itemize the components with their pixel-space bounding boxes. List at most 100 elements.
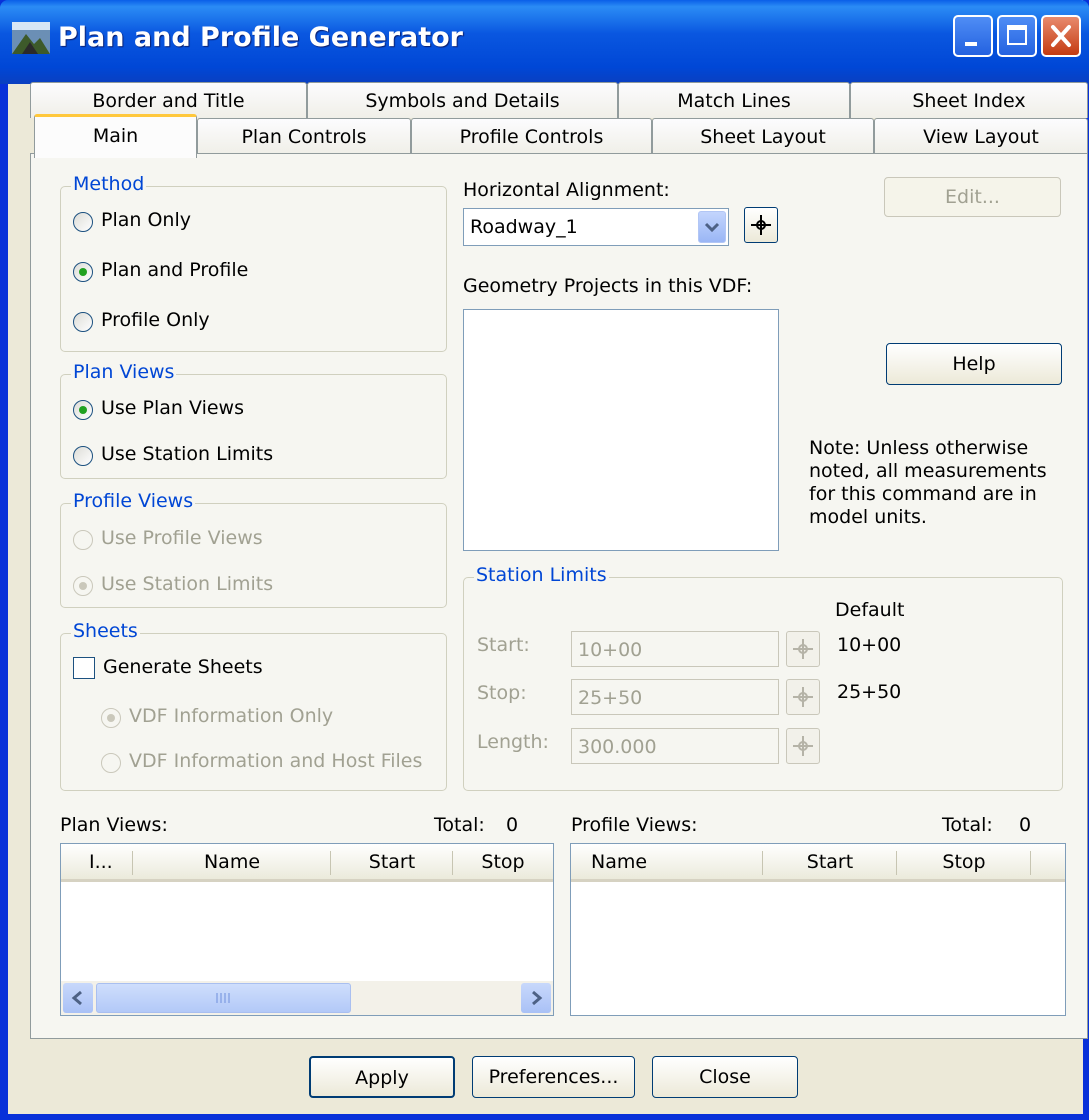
dropdown-value: Roadway_1 bbox=[470, 216, 578, 238]
grip-icon bbox=[216, 993, 230, 1003]
length-input[interactable]: 300.000 bbox=[571, 728, 779, 764]
radio-indicator bbox=[73, 446, 93, 466]
crosshair-icon bbox=[793, 639, 813, 659]
title-bar[interactable]: Plan and Profile Generator bbox=[0, 0, 1089, 84]
start-pick-button[interactable] bbox=[786, 631, 820, 667]
geometry-projects-list[interactable] bbox=[463, 309, 779, 551]
edit-button[interactable]: Edit... bbox=[884, 177, 1061, 217]
tab-view-layout[interactable]: View Layout bbox=[874, 118, 1088, 154]
tab-sheet-index[interactable]: Sheet Index bbox=[850, 82, 1088, 118]
plan-views-total-value: 0 bbox=[506, 814, 519, 836]
column-label: Name bbox=[591, 851, 648, 873]
tab-match-lines[interactable]: Match Lines bbox=[618, 82, 850, 118]
scroll-left-button[interactable] bbox=[63, 983, 93, 1013]
note-line: noted, all measurements bbox=[809, 460, 1047, 482]
checkbox-label: Generate Sheets bbox=[103, 656, 263, 678]
radio-label: Plan Only bbox=[101, 209, 191, 231]
column-header-stop[interactable]: Stop bbox=[897, 844, 1031, 882]
scroll-thumb[interactable] bbox=[96, 983, 351, 1013]
radio-label: Use Station Limits bbox=[101, 443, 274, 465]
profile-views-list-label: Profile Views: bbox=[571, 814, 698, 836]
radio-label: VDF Information Only bbox=[129, 705, 334, 727]
crosshair-icon bbox=[793, 687, 813, 707]
note-line: Note: Unless otherwise bbox=[809, 437, 1029, 459]
stop-station-input[interactable]: 25+50 bbox=[571, 679, 779, 715]
maximize-button[interactable] bbox=[997, 15, 1037, 57]
crosshair-icon bbox=[751, 215, 771, 235]
geometry-projects-label: Geometry Projects in this VDF: bbox=[463, 275, 753, 297]
radio-indicator bbox=[73, 400, 93, 420]
profile-views-total-value: 0 bbox=[1019, 814, 1032, 836]
start-station-input[interactable]: 10+00 bbox=[571, 631, 779, 667]
radio-label: Use Station Limits bbox=[101, 573, 274, 595]
profile-views-legend: Profile Views bbox=[71, 490, 196, 512]
column-header-id[interactable]: I... bbox=[61, 844, 133, 882]
close-button[interactable] bbox=[1041, 15, 1081, 57]
length-label: Length: bbox=[477, 731, 549, 753]
column-label: Start bbox=[806, 851, 854, 873]
column-header-start[interactable]: Start bbox=[331, 844, 453, 882]
note-line: model units. bbox=[809, 506, 927, 528]
app-icon bbox=[12, 22, 50, 54]
column-label: Stop bbox=[942, 851, 986, 873]
radio-label: Use Profile Views bbox=[101, 527, 263, 549]
minimize-button[interactable] bbox=[953, 15, 993, 57]
tab-symbols-and-details[interactable]: Symbols and Details bbox=[307, 82, 618, 118]
radio-indicator bbox=[73, 576, 93, 596]
length-pick-button[interactable] bbox=[786, 728, 820, 764]
chevron-down-icon[interactable] bbox=[698, 211, 726, 243]
tab-profile-controls[interactable]: Profile Controls bbox=[411, 118, 652, 154]
input-value: 25+50 bbox=[578, 687, 643, 709]
radio-indicator bbox=[101, 753, 121, 773]
radio-indicator bbox=[73, 212, 93, 232]
stop-label: Stop: bbox=[477, 682, 527, 704]
horizontal-scrollbar[interactable] bbox=[61, 981, 553, 1015]
dialog-window: Plan and Profile Generator Border and Ti… bbox=[0, 0, 1089, 1120]
radio-indicator bbox=[101, 708, 121, 728]
horizontal-alignment-label: Horizontal Alignment: bbox=[463, 179, 670, 201]
plan-views-legend: Plan Views bbox=[71, 361, 177, 383]
radio-label: VDF Information and Host Files bbox=[129, 750, 423, 772]
tab-sheet-layout[interactable]: Sheet Layout bbox=[652, 118, 874, 154]
method-group: Method Plan Only Plan and Profile Profil… bbox=[60, 173, 447, 352]
plan-views-group: Plan Views Use Plan Views Use Station Li… bbox=[60, 361, 447, 479]
stop-default-value: 25+50 bbox=[837, 681, 902, 703]
sheets-legend: Sheets bbox=[71, 620, 140, 642]
station-limits-group: Station Limits Default Start: 10+00 10+0… bbox=[463, 564, 1063, 791]
column-header-stop[interactable]: Stop bbox=[453, 844, 553, 882]
column-header-start[interactable]: Start bbox=[763, 844, 897, 882]
close-dialog-button[interactable]: Close bbox=[652, 1056, 798, 1098]
minimize-icon bbox=[965, 42, 977, 46]
checkbox-box bbox=[73, 657, 95, 679]
column-label: Start bbox=[368, 851, 416, 873]
alignment-pick-button[interactable] bbox=[744, 207, 778, 243]
tab-border-and-title[interactable]: Border and Title bbox=[30, 82, 307, 118]
note-line: for this command are in bbox=[809, 483, 1037, 505]
horizontal-alignment-dropdown[interactable]: Roadway_1 bbox=[463, 208, 729, 246]
stop-pick-button[interactable] bbox=[786, 679, 820, 715]
preferences-button[interactable]: Preferences... bbox=[472, 1056, 635, 1098]
start-label: Start: bbox=[477, 634, 530, 656]
close-icon bbox=[1051, 25, 1071, 47]
plan-views-total-label: Total: bbox=[434, 814, 485, 836]
apply-button[interactable]: Apply bbox=[309, 1056, 455, 1098]
plan-views-list[interactable]: I... Name Start Stop bbox=[60, 843, 554, 1016]
chevron-left-icon bbox=[71, 990, 82, 1006]
start-default-value: 10+00 bbox=[837, 634, 902, 656]
column-header-name[interactable]: Name bbox=[133, 844, 331, 882]
profile-views-group: Profile Views Use Profile Views Use Stat… bbox=[60, 490, 447, 608]
profile-views-list[interactable]: Name Start Stop bbox=[570, 843, 1066, 1016]
tab-plan-controls[interactable]: Plan Controls bbox=[197, 118, 411, 154]
column-header-name[interactable]: Name bbox=[571, 844, 763, 882]
help-button[interactable]: Help bbox=[886, 343, 1062, 385]
note-text: Note: Unless otherwise noted, all measur… bbox=[809, 437, 1047, 529]
plan-views-list-label: Plan Views: bbox=[60, 814, 168, 836]
tab-main[interactable]: Main bbox=[34, 114, 197, 158]
column-header-filler bbox=[1031, 844, 1065, 882]
column-label: Stop bbox=[481, 851, 525, 873]
default-header: Default bbox=[835, 599, 905, 621]
scroll-right-button[interactable] bbox=[521, 983, 551, 1013]
profile-views-total-label: Total: bbox=[942, 814, 993, 836]
radio-indicator bbox=[73, 312, 93, 332]
radio-label: Profile Only bbox=[101, 309, 210, 331]
